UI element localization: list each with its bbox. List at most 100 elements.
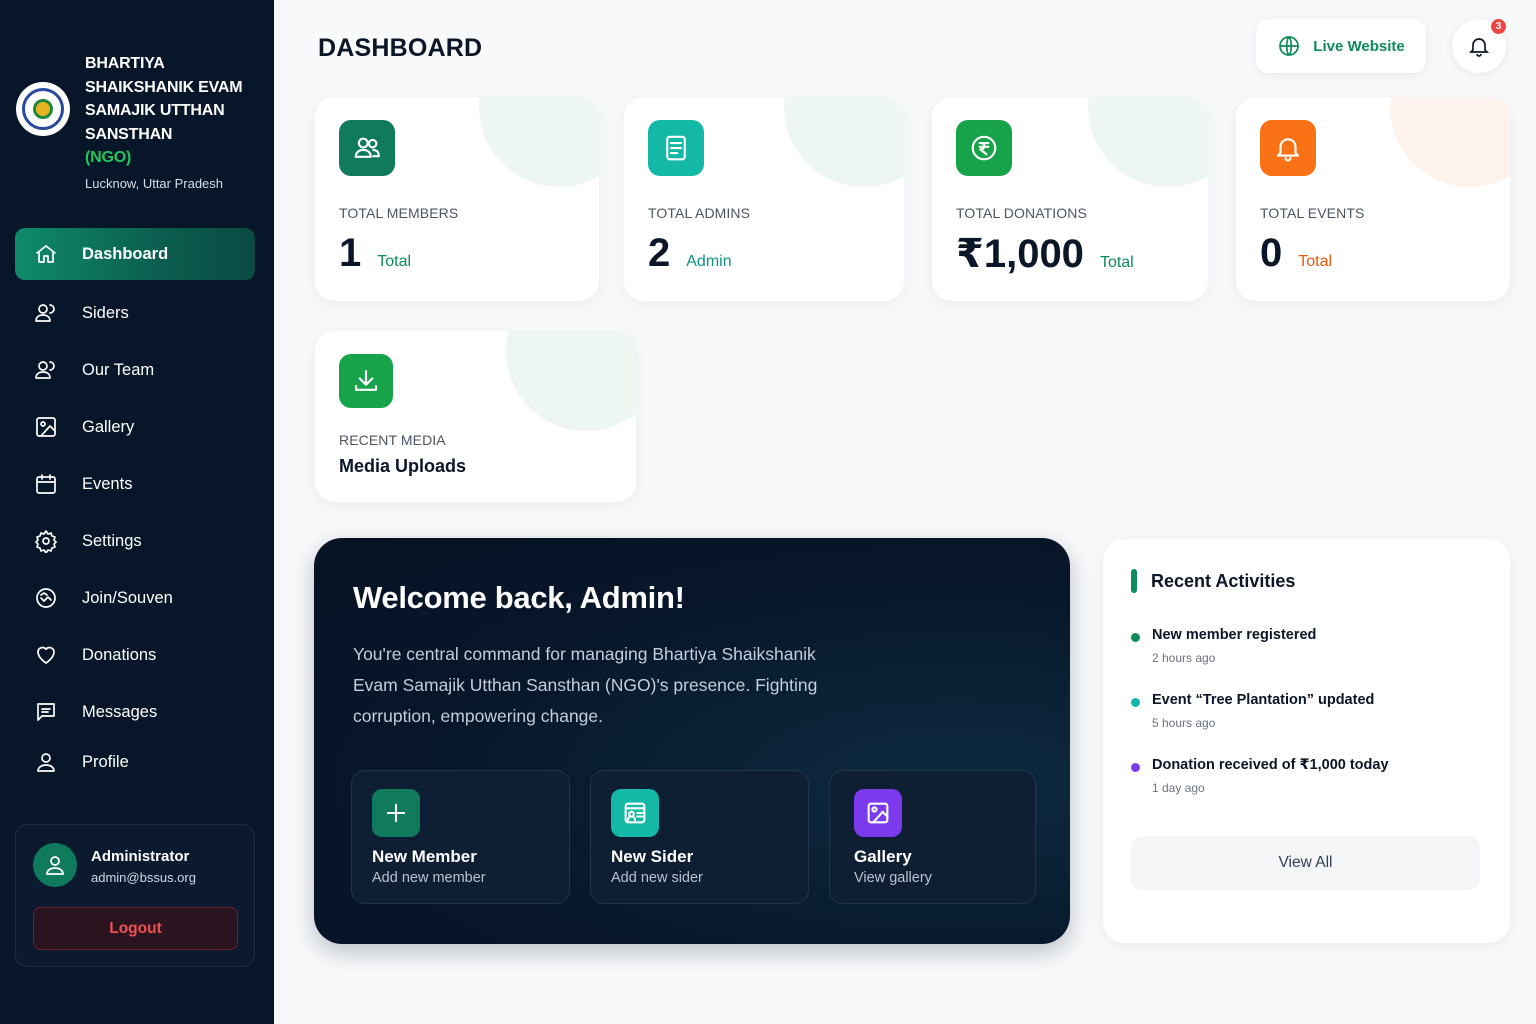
- stat-label: TOTAL DONATIONS: [956, 205, 1087, 221]
- calendar-icon: [33, 471, 59, 497]
- action-title: New Member: [372, 847, 477, 866]
- activity-text: New member registered: [1152, 627, 1317, 643]
- bell-icon: [1260, 120, 1316, 176]
- live-website-button[interactable]: Live Website: [1256, 19, 1426, 73]
- stat-value: ₹1,000: [956, 232, 1084, 276]
- welcome-panel: Welcome back, Admin! You're central comm…: [314, 538, 1070, 944]
- stat-unit: Total: [1298, 253, 1333, 270]
- user-email: admin@bssus.org: [91, 870, 196, 885]
- sidebar-item-settings[interactable]: Settings: [15, 515, 255, 567]
- user-name: Administrator: [91, 848, 190, 865]
- new-sider-button[interactable]: New Sider Add new sider: [590, 770, 809, 904]
- sidebar-item-label: Dashboard: [82, 244, 169, 263]
- org-name: BHARTIYA SHAIKSHANIK EVAM SAMAJIK UTTHAN…: [85, 52, 265, 170]
- gallery-button[interactable]: Gallery View gallery: [829, 770, 1036, 904]
- action-title: Gallery: [854, 847, 912, 866]
- document-icon: [648, 120, 704, 176]
- org-name-text: BHARTIYA SHAIKSHANIK EVAM SAMAJIK UTTHAN…: [85, 55, 243, 143]
- card-decoration: [784, 97, 904, 187]
- stat-card-donations[interactable]: TOTAL DONATIONS ₹1,000 Total: [932, 97, 1208, 301]
- sidebar-item-label: Join/Souven: [82, 588, 173, 607]
- action-subtitle: View gallery: [854, 870, 932, 886]
- users-icon: [33, 300, 59, 326]
- activity-time: 2 hours ago: [1152, 651, 1216, 665]
- welcome-text: You're central command for managing Bhar…: [353, 644, 818, 726]
- stat-card-admins[interactable]: TOTAL ADMINS 2 Admin: [624, 97, 904, 301]
- stat-value-group: 1 Total: [339, 231, 411, 276]
- recent-activities-panel: Recent Activities New member registered …: [1103, 539, 1510, 943]
- view-all-button[interactable]: View All: [1131, 836, 1480, 890]
- notifications-button[interactable]: 3: [1452, 19, 1506, 73]
- status-dot: [1131, 698, 1140, 707]
- home-icon: [33, 241, 59, 267]
- media-title: Media Uploads: [339, 456, 467, 476]
- activities-title: Recent Activities: [1151, 571, 1296, 591]
- sidebar-item-donations[interactable]: Donations: [15, 629, 255, 681]
- logout-button[interactable]: Logout: [33, 907, 238, 950]
- user-icon: [33, 749, 59, 775]
- sidebar-item-messages[interactable]: Messages: [15, 686, 255, 738]
- live-website-label: Live Website: [1313, 37, 1405, 55]
- stat-label: TOTAL EVENTS: [1260, 205, 1365, 221]
- sidebar-item-gallery[interactable]: Gallery: [15, 401, 255, 453]
- sidebar-item-label: Gallery: [82, 417, 135, 436]
- stat-card-events[interactable]: TOTAL EVENTS 0 Total: [1236, 97, 1510, 301]
- org-location: Lucknow, Uttar Pradesh: [85, 176, 224, 191]
- org-suffix: (NGO): [85, 149, 132, 166]
- card-decoration: [479, 97, 599, 187]
- ngo-logo-icon: [16, 82, 70, 136]
- sidebar-item-label: Siders: [82, 303, 129, 322]
- avatar: [33, 843, 77, 887]
- sidebar-item-siders[interactable]: Siders: [15, 287, 255, 339]
- gear-icon: [33, 528, 59, 554]
- card-decoration: [1088, 97, 1208, 187]
- recent-media-card[interactable]: RECENT MEDIA Media Uploads: [315, 331, 636, 502]
- globe-icon: [1279, 36, 1300, 56]
- user-card: Administrator admin@bssus.org Logout: [15, 824, 255, 967]
- status-dot: [1131, 633, 1140, 642]
- stat-value: 0: [1260, 231, 1283, 275]
- sidebar-item-join-souven[interactable]: Join/Souven: [15, 572, 255, 624]
- sidebar-item-label: Messages: [82, 702, 158, 721]
- image-icon: [33, 414, 59, 440]
- users-icon: [339, 120, 395, 176]
- stat-value-group: 2 Admin: [648, 231, 732, 276]
- card-decoration: [506, 331, 636, 431]
- id-card-icon: [611, 789, 659, 837]
- stat-value-group: ₹1,000 Total: [956, 231, 1134, 277]
- page-title: DASHBOARD: [318, 34, 483, 62]
- sidebar-item-profile[interactable]: Profile: [15, 736, 255, 788]
- stat-unit: Total: [377, 253, 412, 270]
- sidebar-item-label: Events: [82, 474, 133, 493]
- stat-value: 2: [648, 231, 671, 275]
- activity-text: Donation received of ₹1,000 today: [1152, 757, 1389, 773]
- section-accent: [1131, 569, 1137, 593]
- rupee-icon: [956, 120, 1012, 176]
- sidebar-item-our-team[interactable]: Our Team: [15, 344, 255, 396]
- status-dot: [1131, 763, 1140, 772]
- stat-value: 1: [339, 231, 362, 275]
- card-decoration: [1390, 97, 1510, 187]
- action-title: New Sider: [611, 847, 694, 866]
- stat-label: TOTAL ADMINS: [648, 205, 751, 221]
- action-subtitle: Add new member: [372, 870, 486, 886]
- sidebar-item-label: Profile: [82, 752, 129, 771]
- bell-icon: [1468, 38, 1490, 57]
- stat-unit: Admin: [686, 253, 732, 270]
- stat-card-members[interactable]: TOTAL MEMBERS 1 Total: [315, 97, 599, 301]
- sidebar-item-dashboard[interactable]: Dashboard: [15, 228, 255, 280]
- sidebar-item-events[interactable]: Events: [15, 458, 255, 510]
- stat-value-group: 0 Total: [1260, 231, 1332, 276]
- sidebar: BHARTIYA SHAIKSHANIK EVAM SAMAJIK UTTHAN…: [0, 0, 274, 1024]
- welcome-title: Welcome back, Admin!: [353, 580, 685, 615]
- activity-text: Event “Tree Plantation” updated: [1152, 692, 1375, 708]
- message-icon: [33, 699, 59, 725]
- stat-label: TOTAL MEMBERS: [339, 205, 459, 221]
- new-member-button[interactable]: New Member Add new member: [351, 770, 570, 904]
- notification-badge: 3: [1491, 19, 1506, 34]
- activity-time: 5 hours ago: [1152, 716, 1216, 730]
- users-icon: [33, 357, 59, 383]
- activity-time: 1 day ago: [1152, 781, 1205, 795]
- media-label: RECENT MEDIA: [339, 432, 446, 448]
- sidebar-item-label: Our Team: [82, 360, 155, 379]
